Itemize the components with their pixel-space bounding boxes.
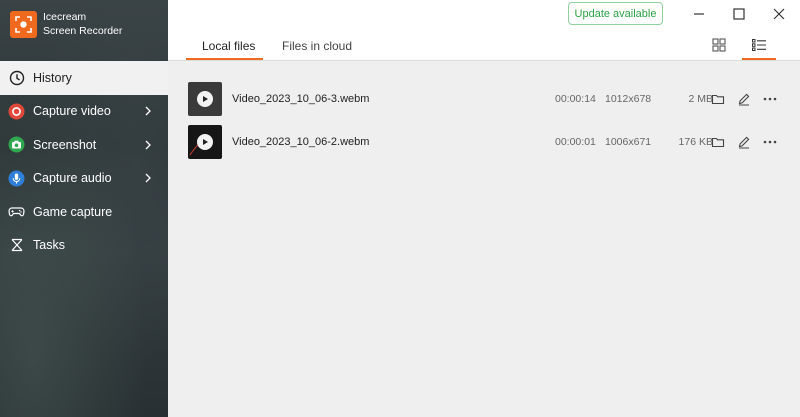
app-brand: Icecream Screen Recorder — [10, 10, 122, 38]
clock-icon — [8, 69, 25, 86]
grid-view-icon[interactable] — [711, 37, 727, 53]
sidebar-item-label: Game capture — [33, 204, 113, 219]
maximize-icon[interactable] — [732, 7, 746, 21]
sidebar-item-capture-video[interactable]: Capture video — [0, 95, 168, 129]
file-duration: 00:00:14 — [555, 93, 596, 105]
chevron-right-icon — [145, 106, 151, 116]
sidebar-item-label: Tasks — [33, 238, 65, 253]
list-view-icon[interactable] — [751, 37, 767, 53]
camera-icon — [8, 136, 25, 153]
file-resolution: 1006x671 — [605, 136, 652, 148]
gamepad-icon — [8, 203, 25, 220]
sidebar-item-label: History — [33, 70, 72, 85]
file-resolution: 1012x678 — [605, 93, 652, 105]
sidebar-item-label: Screenshot — [33, 137, 97, 152]
update-available-button[interactable]: Update available — [568, 2, 663, 25]
file-size: 2 MB — [688, 93, 713, 105]
sidebar-item-tasks[interactable]: Tasks — [0, 229, 168, 263]
open-folder-icon[interactable] — [711, 92, 725, 106]
top-bar: Update available Local files Files in cl… — [168, 0, 800, 61]
file-name: Video_2023_10_06-2.webm — [232, 136, 370, 148]
sidebar: Icecream Screen Recorder History Capture… — [0, 0, 168, 417]
main-panel: Update available Local files Files in cl… — [168, 0, 800, 417]
sidebar-item-screenshot[interactable]: Screenshot — [0, 128, 168, 162]
open-folder-icon[interactable] — [711, 135, 725, 149]
tasks-icon — [8, 237, 25, 254]
file-size: 176 KB — [678, 136, 713, 148]
play-icon — [197, 91, 213, 107]
play-icon — [197, 134, 213, 150]
close-icon[interactable] — [772, 7, 786, 21]
app-name-line1: Icecream — [43, 11, 87, 23]
edit-icon[interactable] — [737, 92, 751, 106]
sidebar-item-history[interactable]: History — [0, 61, 168, 95]
tab-local-files[interactable]: Local files — [202, 39, 255, 53]
sidebar-item-label: Capture audio — [33, 171, 112, 186]
more-options-icon[interactable] — [762, 92, 778, 106]
sidebar-nav: History Capture video Screenshot Capture… — [0, 61, 168, 262]
file-name: Video_2023_10_06-3.webm — [232, 93, 370, 105]
chevron-right-icon — [145, 173, 151, 183]
video-thumbnail[interactable] — [188, 82, 222, 116]
sidebar-item-capture-audio[interactable]: Capture audio — [0, 162, 168, 196]
microphone-icon — [8, 170, 25, 187]
minimize-icon[interactable] — [692, 7, 706, 21]
chevron-right-icon — [145, 140, 151, 150]
file-row[interactable]: Video_2023_10_06-3.webm 00:00:14 1012x67… — [188, 82, 778, 118]
file-row[interactable]: Video_2023_10_06-2.webm 00:00:01 1006x67… — [188, 125, 778, 161]
edit-icon[interactable] — [737, 135, 751, 149]
sidebar-item-label: Capture video — [33, 104, 111, 119]
file-duration: 00:00:01 — [555, 136, 596, 148]
active-view-indicator — [742, 58, 776, 60]
tab-files-in-cloud[interactable]: Files in cloud — [282, 39, 352, 53]
app-name-line2: Screen Recorder — [43, 25, 123, 37]
active-tab-indicator — [186, 58, 263, 60]
more-options-icon[interactable] — [762, 135, 778, 149]
video-thumbnail[interactable] — [188, 125, 222, 159]
app-name: Icecream Screen Recorder — [43, 10, 122, 38]
app-logo-icon — [10, 10, 37, 38]
sidebar-item-game-capture[interactable]: Game capture — [0, 195, 168, 229]
record-icon — [8, 103, 25, 120]
